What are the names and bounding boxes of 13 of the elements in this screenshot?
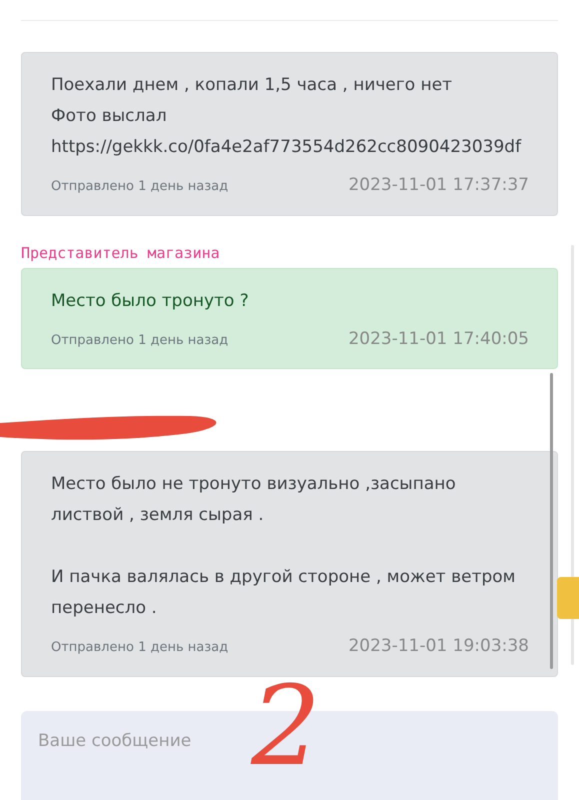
sent-time: Отправлено 1 день назад xyxy=(51,639,228,657)
sent-time: Отправлено 1 день назад xyxy=(51,332,228,350)
message-text: Место было тронуто ? xyxy=(51,290,249,312)
message-text: И пачка валялась в другой стороне , может ветром перенесло . xyxy=(51,566,516,620)
sent-time: Отправлено 1 день назад xyxy=(51,178,228,196)
author-label: Представитель магазина xyxy=(21,242,221,262)
message-text: Поехали днем , копали 1,5 часа , ничего нет Фото выслал https://gekkk.co/0fa4e2af773554d262cc8090423039df xyxy=(51,74,522,159)
timestamp: 2023-11-01 19:03:38 xyxy=(348,635,529,658)
timestamp: 2023-11-01 17:37:37 xyxy=(348,174,529,197)
side-tab[interactable] xyxy=(557,577,579,619)
scrollbar[interactable] xyxy=(550,373,553,669)
message-text: Место было не тронуто визуально ,засыпано листвой , земля сырая . xyxy=(51,473,456,527)
timestamp: 2023-11-01 17:40:05 xyxy=(348,328,529,350)
